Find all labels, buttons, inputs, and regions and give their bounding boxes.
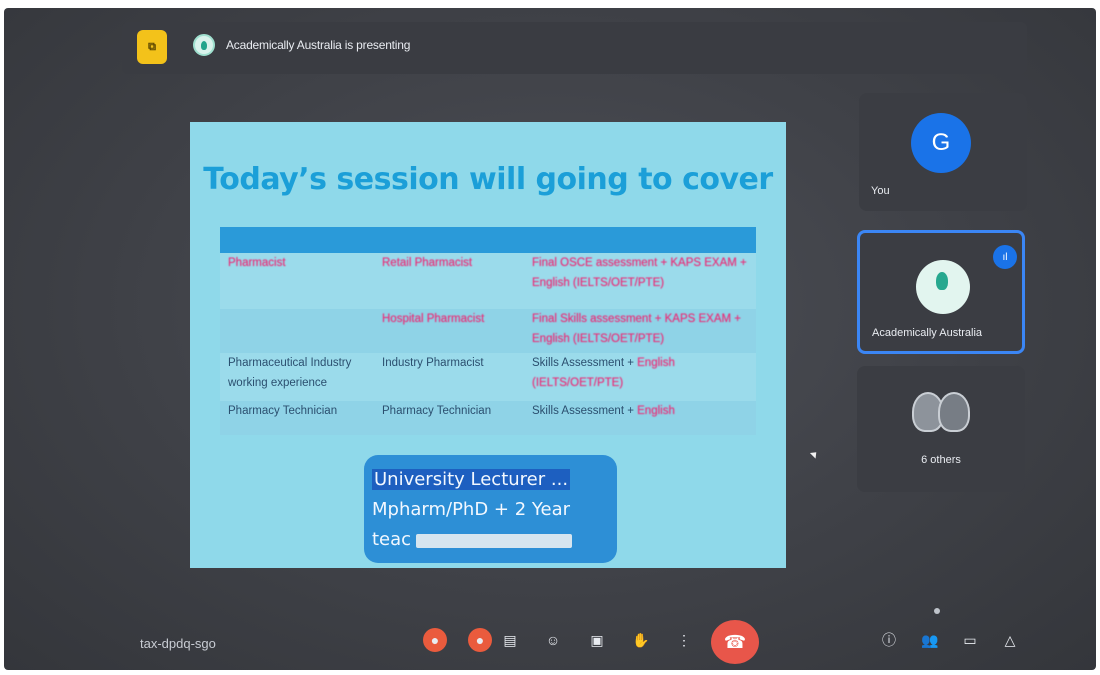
participant-name-presenter: Academically Australia [872, 327, 983, 339]
table-row: Pharmacist Retail Pharmacist Final OSCE … [220, 253, 756, 309]
camera-off-icon[interactable]: ● [468, 628, 492, 652]
info-icon[interactable]: ⓘ [877, 628, 901, 652]
caption-overlay [416, 534, 572, 548]
cell-text: Skills Assessment + [532, 405, 638, 417]
mouse-cursor-icon [809, 449, 820, 459]
table-cell: Pharmacy Technician [382, 405, 492, 417]
table-cell: Pharmacy Technician [228, 405, 338, 417]
meeting-code: tax-dpdq-sgo [140, 636, 216, 651]
raise-hand-icon[interactable]: ✋ [629, 628, 653, 652]
callout-line: University Lecturer ... [372, 465, 609, 495]
table-header [220, 227, 756, 253]
participant-tile-presenter[interactable]: ıl Academically Australia [857, 230, 1025, 354]
table-cell: Industry Pharmacist [382, 357, 484, 369]
others-avatars [912, 392, 976, 432]
table-cell: Pharmacist [228, 257, 286, 269]
table-cell: Final OSCE assessment + KAPS EXAM + Engl… [532, 257, 747, 289]
captions-icon[interactable]: ▤ [498, 628, 522, 652]
participant-tile-you[interactable]: G You [859, 93, 1027, 211]
slide-table: Pharmacist Retail Pharmacist Final OSCE … [220, 227, 756, 435]
hang-up-icon: ☎ [723, 631, 747, 652]
table-row: Hospital Pharmacist Final Skills assessm… [220, 309, 756, 353]
speaking-indicator-icon: ıl [993, 245, 1017, 269]
others-count: 6 others [921, 454, 961, 466]
presenting-label: Academically Australia is presenting [226, 38, 411, 52]
cell-text-highlight: English [637, 405, 675, 417]
more-options-icon[interactable]: ⋮ [672, 628, 696, 652]
activities-icon[interactable]: △ [998, 628, 1022, 652]
table-cell: Pharmaceutical Industry working experien… [228, 357, 352, 389]
table-row: Pharmacy Technician Pharmacy Technician … [220, 401, 756, 435]
hang-up-button[interactable]: ☎ [711, 620, 759, 664]
presenter-logo [916, 260, 970, 314]
emoji-icon[interactable]: ☺ [541, 628, 565, 652]
table-cell: Skills Assessment + English [532, 401, 752, 421]
notification-dot [934, 608, 940, 614]
callout-highlight: University Lecturer ... [372, 469, 571, 490]
mic-off-icon[interactable]: ● [423, 628, 447, 652]
table-cell: Retail Pharmacist [382, 257, 473, 269]
presentation-icon[interactable]: ⧉ [137, 30, 167, 64]
callout-line: Mpharm/PhD + 2 Year [372, 499, 571, 520]
avatar: G [911, 113, 971, 173]
callout-line: teac [372, 525, 609, 555]
slide-title: Today’s session will going to cover [203, 162, 773, 197]
table-cell: Final Skills assessment + KAPS EXAM + En… [532, 313, 741, 345]
chat-icon[interactable]: ▭ [958, 628, 982, 652]
shared-slide: Today’s session will going to cover Phar… [190, 122, 786, 568]
table-cell: Skills Assessment + English (IELTS/OET/P… [532, 353, 752, 393]
present-icon[interactable]: ▣ [585, 628, 609, 652]
callout-text: teac [372, 529, 412, 550]
participant-name-you: You [871, 185, 890, 197]
cell-text: Skills Assessment + [532, 357, 638, 369]
table-cell: Hospital Pharmacist [382, 313, 485, 325]
lecturer-callout: University Lecturer ... Mpharm/PhD + 2 Y… [364, 455, 617, 563]
presenting-bar: ⧉ Academically Australia is presenting [122, 22, 1027, 74]
people-icon[interactable]: 👥 [918, 628, 942, 652]
table-row: Pharmaceutical Industry working experien… [220, 353, 756, 401]
participant-tile-others[interactable]: 6 others [857, 366, 1025, 492]
presenter-avatar [193, 34, 215, 56]
avatar [938, 392, 970, 432]
